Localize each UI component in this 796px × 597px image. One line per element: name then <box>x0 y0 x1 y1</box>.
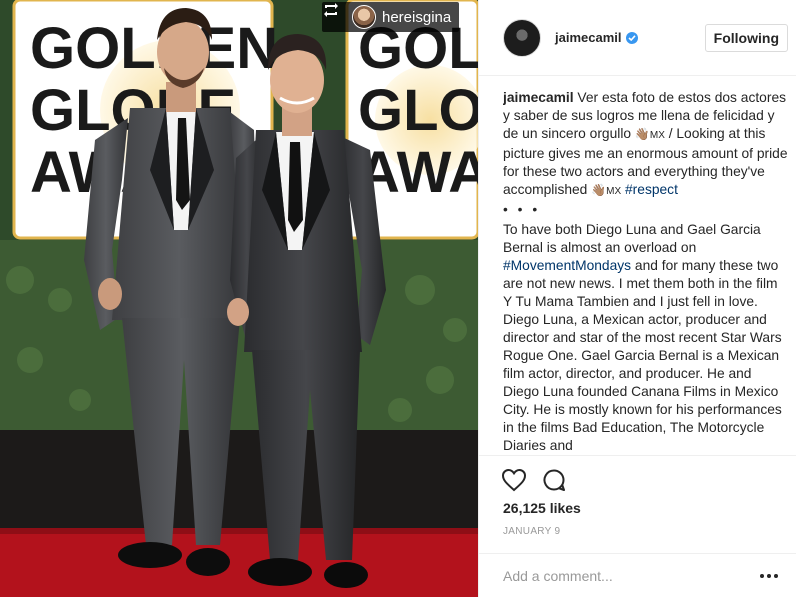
action-icons <box>501 467 567 493</box>
hashtag-movementmondays[interactable]: #MovementMondays <box>503 258 631 273</box>
repost-username: hereisgina <box>382 8 452 26</box>
mx-flag-2: MX <box>606 186 622 197</box>
like-count[interactable]: 26,125 likes <box>503 500 581 516</box>
caption-paragraph-2: To have both Diego Luna and Gael Garcia … <box>503 221 789 454</box>
wave-emoji-2: 👋🏽 <box>591 183 607 197</box>
caption-text-3: To have both Diego Luna and Gael Garcia … <box>503 222 761 255</box>
caption-dots: • • • <box>503 202 541 217</box>
following-button[interactable]: Following <box>704 23 788 52</box>
heart-icon[interactable] <box>501 467 527 493</box>
post-sidebar: jaimecamil Following jaimecamil Ver esta… <box>478 0 796 597</box>
author-avatar[interactable] <box>503 18 541 57</box>
caption-paragraph-1: jaimecamil Ver esta foto de estos dos ac… <box>503 89 789 201</box>
hashtag-respect[interactable]: #respect <box>625 182 678 197</box>
post-date[interactable]: JANUARY 9 <box>503 526 560 537</box>
mx-flag-1: MX <box>649 130 665 141</box>
more-options-icon[interactable] <box>757 566 781 586</box>
repost-user-avatar <box>352 5 376 29</box>
repost-badge[interactable]: hereisgina <box>322 2 460 32</box>
repost-icon <box>324 3 346 26</box>
comment-input[interactable] <box>503 568 757 584</box>
caption-text-4: and for many these two are not new news.… <box>503 258 782 453</box>
comment-bar <box>479 553 796 597</box>
photo-illustration: GOLDEN GLOBE AWA GOLDEN GLOBE AWARDS <box>0 0 478 597</box>
post-actions: 26,125 likes JANUARY 9 <box>479 455 796 597</box>
verified-icon <box>625 31 638 44</box>
caption-username[interactable]: jaimecamil <box>503 90 574 105</box>
author-username[interactable]: jaimecamil <box>555 30 622 45</box>
backdrop-text-right-3: AWARDS <box>358 140 478 205</box>
post-photo[interactable]: GOLDEN GLOBE AWA GOLDEN GLOBE AWARDS <box>0 0 478 597</box>
wave-emoji-1: 👋🏽 <box>634 127 650 141</box>
backdrop-text-right-2: GLOBE <box>358 78 478 143</box>
post-header: jaimecamil Following <box>479 0 796 76</box>
post-caption: jaimecamil Ver esta foto de estos dos ac… <box>503 89 789 454</box>
comment-icon[interactable] <box>541 467 567 493</box>
backdrop-text-left-1: GOLDEN <box>30 16 278 81</box>
